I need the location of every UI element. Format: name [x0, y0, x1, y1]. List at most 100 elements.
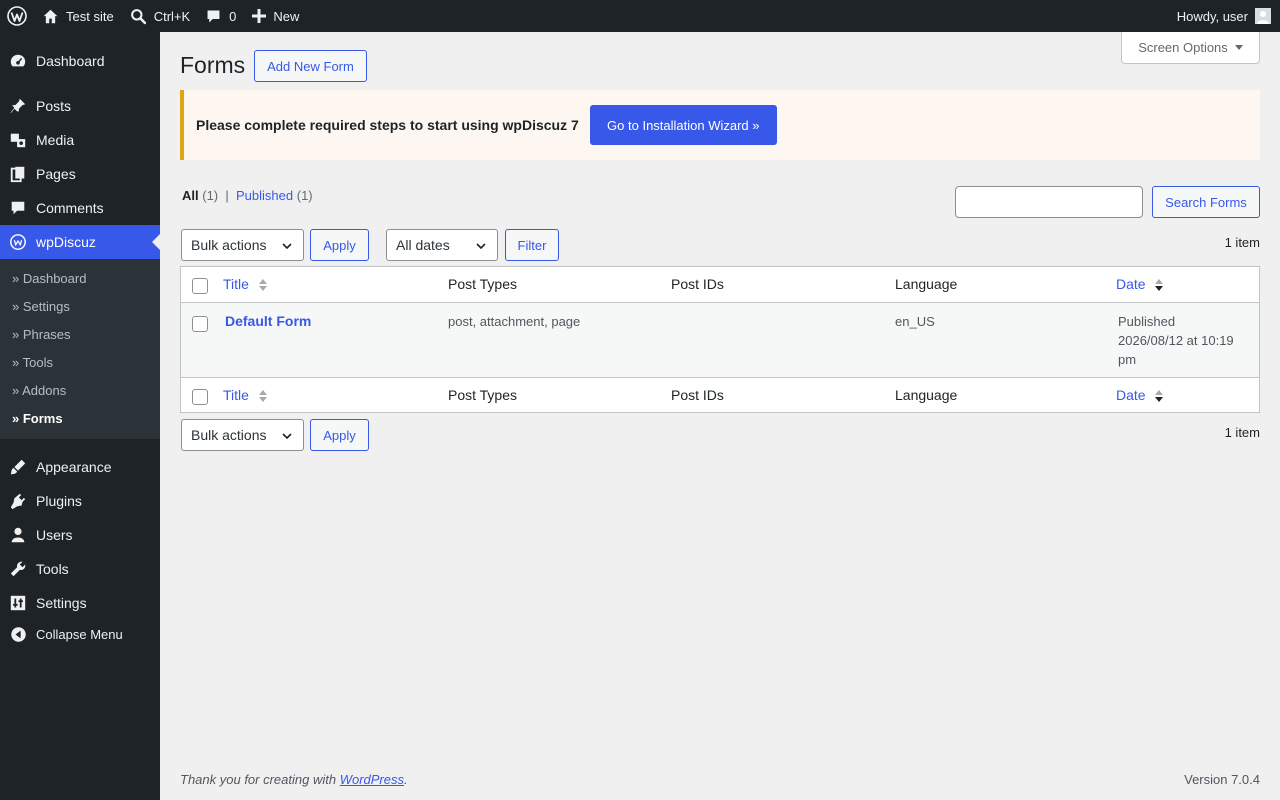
- post-types-cell: post, attachment, page: [448, 314, 581, 329]
- sort-icon: [258, 390, 267, 403]
- comments-link[interactable]: 0: [199, 0, 244, 32]
- row-checkbox[interactable]: [192, 316, 208, 332]
- view-published-link[interactable]: Published: [236, 188, 293, 203]
- column-post-ids-footer: Post IDs: [671, 387, 724, 403]
- sidebar-item-users[interactable]: Users: [0, 518, 160, 552]
- select-all-checkbox-footer[interactable]: [192, 389, 208, 405]
- screen-options-label: Screen Options: [1138, 40, 1228, 55]
- comment-icon: [0, 199, 36, 217]
- footer-thanks-prefix: Thank you for creating with: [180, 772, 340, 787]
- submenu-item-tools[interactable]: » Tools: [12, 355, 53, 370]
- sidebar-item-label: Tools: [36, 561, 69, 577]
- footer-thanks: Thank you for creating with WordPress.: [180, 772, 408, 787]
- column-title-footer[interactable]: Title: [223, 387, 267, 403]
- dates-filter-select[interactable]: All dates: [386, 229, 498, 261]
- submenu-item-settings[interactable]: » Settings: [12, 299, 70, 314]
- comment-icon: [207, 10, 220, 22]
- sidebar-item-label: Users: [36, 527, 73, 543]
- submenu-item-phrases[interactable]: » Phrases: [12, 327, 71, 342]
- language-cell: en_US: [895, 314, 935, 329]
- sidebar-item-tools[interactable]: Tools: [0, 552, 160, 586]
- sidebar-item-label: Media: [36, 132, 75, 148]
- search-input[interactable]: [955, 186, 1143, 218]
- sidebar-item-wpdiscuz[interactable]: wpDiscuz: [0, 225, 160, 259]
- item-count-top: 1 item: [1224, 235, 1260, 250]
- howdy-label: Howdy, user: [1176, 8, 1248, 24]
- table-header: Title Post Types Post IDs Language Date: [181, 267, 1259, 303]
- view-all-link[interactable]: All: [182, 188, 199, 203]
- bulk-actions-select-bottom[interactable]: Bulk actions: [181, 419, 304, 451]
- column-date-label: Date: [1116, 276, 1146, 292]
- collapse-menu-button[interactable]: Collapse Menu: [0, 626, 160, 643]
- date-value: 2026/08/12 at 10:19: [1118, 333, 1234, 348]
- table-row: Default Form post, attachment, page en_U…: [181, 303, 1259, 377]
- column-date-label: Date: [1116, 387, 1146, 403]
- my-account-menu[interactable]: Howdy, user: [1177, 8, 1280, 24]
- chevron-down-icon: [476, 243, 486, 250]
- notice-text: Please complete required steps to start …: [196, 117, 579, 133]
- sidebar-item-appearance[interactable]: Appearance: [0, 450, 160, 484]
- pin-icon: [0, 97, 36, 115]
- apply-button-top[interactable]: Apply: [310, 229, 369, 261]
- bulk-actions-select-top[interactable]: Bulk actions: [181, 229, 304, 261]
- column-post-types-footer: Post Types: [448, 387, 518, 403]
- wpdiscuz-submenu: » Dashboard » Settings » Phrases » Tools…: [0, 259, 160, 439]
- column-post-types-header: Post Types: [448, 276, 518, 292]
- sidebar-item-pages[interactable]: Pages: [0, 157, 160, 191]
- sidebar-item-settings[interactable]: Settings: [0, 586, 160, 620]
- submenu-item-addons[interactable]: » Addons: [12, 383, 66, 398]
- add-new-form-button[interactable]: Add New Form: [254, 50, 367, 82]
- search-icon: [130, 8, 146, 24]
- date-suffix: pm: [1118, 352, 1137, 367]
- sort-desc-icon: [1155, 279, 1164, 292]
- form-title-link[interactable]: Default Form: [225, 312, 311, 331]
- sidebar-item-plugins[interactable]: Plugins: [0, 484, 160, 518]
- status-filter-links: All (1) | Published (1): [182, 188, 313, 203]
- bulk-actions-value: Bulk actions: [191, 237, 267, 253]
- settings-icon: [0, 594, 36, 612]
- sidebar-item-comments[interactable]: Comments: [0, 191, 160, 225]
- wordpress-link[interactable]: WordPress: [340, 772, 404, 787]
- table-footer: Title Post Types Post IDs Language Date: [181, 377, 1259, 413]
- new-label: New: [273, 8, 300, 24]
- view-published-count: (1): [296, 188, 313, 203]
- bulk-actions-value: Bulk actions: [191, 427, 267, 443]
- sidebar-item-media[interactable]: Media: [0, 123, 160, 157]
- wrench-icon: [0, 560, 36, 578]
- submenu-item-forms[interactable]: » Forms: [12, 411, 63, 426]
- command-palette-button[interactable]: Ctrl+K: [122, 0, 199, 32]
- column-date-footer[interactable]: Date: [1116, 387, 1164, 403]
- sidebar-item-posts[interactable]: Posts: [0, 89, 160, 123]
- setup-notice: Please complete required steps to start …: [180, 90, 1260, 160]
- sidebar-item-dashboard[interactable]: Dashboard: [0, 44, 160, 78]
- select-all-checkbox[interactable]: [192, 278, 208, 294]
- admin-sidebar: Dashboard Posts Media Pages Comments wpD…: [0, 32, 160, 800]
- sidebar-item-label: Posts: [36, 98, 72, 114]
- date-cell: Published 2026/08/12 at 10:19 pm: [1118, 312, 1258, 369]
- chevron-down-icon: [282, 243, 292, 250]
- wordpress-logo-icon[interactable]: [0, 0, 34, 32]
- footer-version: Version 7.0.4: [1184, 772, 1260, 787]
- screen-options-button[interactable]: Screen Options: [1121, 32, 1260, 64]
- dates-filter-value: All dates: [396, 237, 450, 253]
- new-content-menu[interactable]: New: [244, 0, 307, 32]
- installation-wizard-button[interactable]: Go to Installation Wizard »: [589, 105, 777, 145]
- search-forms-button[interactable]: Search Forms: [1152, 186, 1260, 218]
- sidebar-item-label: wpDiscuz: [36, 234, 96, 250]
- column-language-footer: Language: [895, 387, 958, 403]
- view-all-count: (1): [202, 188, 219, 203]
- column-post-ids-header: Post IDs: [671, 276, 724, 292]
- site-name-link[interactable]: Test site: [34, 0, 122, 32]
- column-title-header[interactable]: Title: [223, 276, 267, 292]
- submenu-item-dashboard[interactable]: » Dashboard: [12, 271, 86, 286]
- sidebar-item-label: Settings: [36, 595, 87, 611]
- filter-button[interactable]: Filter: [505, 229, 559, 261]
- sidebar-item-label: Pages: [36, 166, 76, 182]
- brush-icon: [0, 458, 36, 476]
- sidebar-item-label: Appearance: [36, 459, 112, 475]
- column-title-label: Title: [223, 387, 249, 403]
- column-date-header[interactable]: Date: [1116, 276, 1164, 292]
- caret-down-icon: [1234, 45, 1243, 50]
- apply-button-bottom[interactable]: Apply: [310, 419, 369, 451]
- collapse-menu-label: Collapse Menu: [36, 627, 123, 642]
